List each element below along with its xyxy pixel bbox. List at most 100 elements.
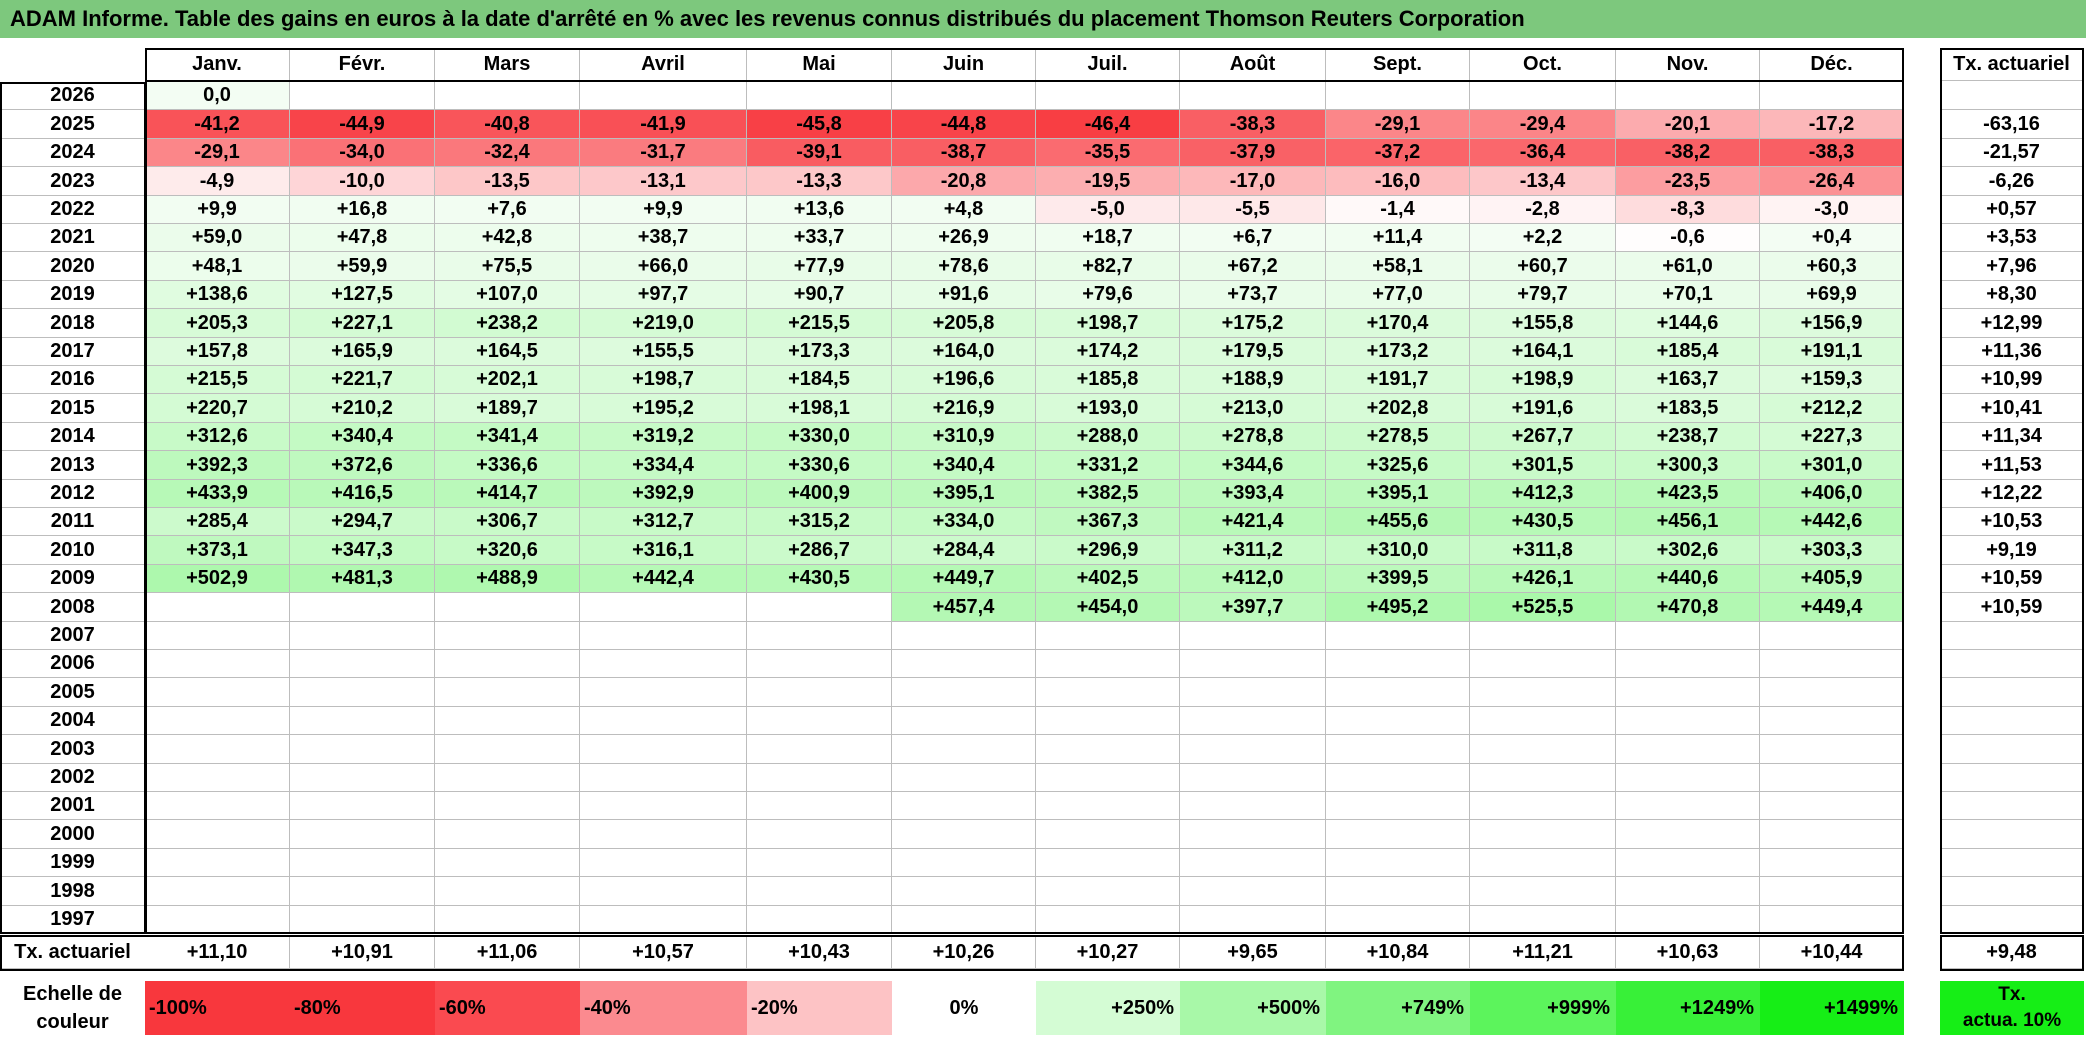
table-cell bbox=[290, 792, 435, 820]
row-rate: +11,34 bbox=[1940, 423, 2084, 451]
table-cell: +294,7 bbox=[290, 508, 435, 536]
table-cell bbox=[1760, 735, 1904, 764]
legend-rate-swatch: Tx. actua. 10% bbox=[1940, 981, 2084, 1035]
row-year: 2018 bbox=[0, 309, 145, 338]
legend-rate-label-line: Tx. bbox=[1998, 984, 2026, 1005]
table-cell: +138,6 bbox=[145, 281, 290, 309]
row-year: 2026 bbox=[0, 82, 145, 110]
table-cell: +440,6 bbox=[1616, 565, 1760, 593]
table-cell: +184,5 bbox=[747, 366, 892, 394]
table-cell: +210,2 bbox=[290, 394, 435, 423]
row-rate: -6,26 bbox=[1940, 167, 2084, 196]
row-rate: +0,57 bbox=[1940, 196, 2084, 224]
footer-rate: +10,43 bbox=[747, 937, 892, 969]
table-cell: +26,9 bbox=[892, 224, 1036, 252]
row-rate: +10,41 bbox=[1940, 394, 2084, 423]
table-cell: -37,9 bbox=[1180, 139, 1326, 167]
table-cell: +191,6 bbox=[1470, 394, 1616, 423]
table-cell: +155,8 bbox=[1470, 309, 1616, 338]
table-cell bbox=[1760, 906, 1904, 934]
column-header: Mai bbox=[747, 48, 892, 81]
table-cell: +212,2 bbox=[1760, 394, 1904, 423]
table-cell bbox=[145, 764, 290, 792]
table-cell: +66,0 bbox=[580, 252, 747, 281]
row-rate bbox=[1940, 877, 2084, 906]
table-cell bbox=[145, 622, 290, 650]
table-cell: +189,7 bbox=[435, 394, 580, 423]
table-cell bbox=[1616, 849, 1760, 877]
table-cell: +395,1 bbox=[892, 480, 1036, 508]
table-cell bbox=[580, 877, 747, 906]
column-header: Févr. bbox=[290, 48, 435, 81]
table-cell: +79,6 bbox=[1036, 281, 1180, 309]
table-cell: +155,5 bbox=[580, 338, 747, 366]
row-year: 2014 bbox=[0, 423, 145, 451]
table-cell bbox=[1326, 622, 1470, 650]
table-cell: +163,7 bbox=[1616, 366, 1760, 394]
table-cell: +303,3 bbox=[1760, 536, 1904, 565]
row-rate: +10,53 bbox=[1940, 508, 2084, 536]
table-cell bbox=[747, 678, 892, 707]
table-cell: -26,4 bbox=[1760, 167, 1904, 196]
table-cell bbox=[1180, 906, 1326, 934]
table-cell: -38,3 bbox=[1180, 110, 1326, 139]
table-cell: +185,8 bbox=[1036, 366, 1180, 394]
row-year: 2000 bbox=[0, 820, 145, 849]
table-cell bbox=[290, 707, 435, 735]
table-cell: -38,3 bbox=[1760, 139, 1904, 167]
row-rate: -63,16 bbox=[1940, 110, 2084, 139]
table-cell: -5,0 bbox=[1036, 196, 1180, 224]
row-year: 2020 bbox=[0, 252, 145, 281]
table-cell: +341,4 bbox=[435, 423, 580, 451]
legend-swatch: -40% bbox=[580, 981, 747, 1035]
table-cell bbox=[892, 764, 1036, 792]
table-cell bbox=[435, 820, 580, 849]
footer-rate: +11,06 bbox=[435, 937, 580, 969]
table-cell: +227,1 bbox=[290, 309, 435, 338]
row-year: 2008 bbox=[0, 593, 145, 622]
table-cell: +183,5 bbox=[1616, 394, 1760, 423]
table-cell: +60,7 bbox=[1470, 252, 1616, 281]
table-cell bbox=[892, 792, 1036, 820]
table-cell: -41,2 bbox=[145, 110, 290, 139]
table-cell: +191,7 bbox=[1326, 366, 1470, 394]
table-cell: -29,1 bbox=[145, 139, 290, 167]
table-cell bbox=[1760, 650, 1904, 678]
table-cell: -46,4 bbox=[1036, 110, 1180, 139]
row-rate bbox=[1940, 735, 2084, 764]
table-cell: -13,4 bbox=[1470, 167, 1616, 196]
table-cell bbox=[892, 906, 1036, 934]
table-cell: +525,5 bbox=[1470, 593, 1616, 622]
table-cell: +215,5 bbox=[747, 309, 892, 338]
table-cell bbox=[1616, 764, 1760, 792]
row-year: 2005 bbox=[0, 678, 145, 707]
table-cell bbox=[1470, 764, 1616, 792]
row-rate: +12,99 bbox=[1940, 309, 2084, 338]
table-cell: +300,3 bbox=[1616, 451, 1760, 480]
row-year: 2004 bbox=[0, 707, 145, 735]
footer-rate: +10,26 bbox=[892, 937, 1036, 969]
footer-rate: +10,91 bbox=[290, 937, 435, 969]
table-cell bbox=[1036, 906, 1180, 934]
table-cell: +157,8 bbox=[145, 338, 290, 366]
table-cell: -20,1 bbox=[1616, 110, 1760, 139]
row-year: 2002 bbox=[0, 764, 145, 792]
row-year: 2021 bbox=[0, 224, 145, 252]
footer-rate: +11,10 bbox=[145, 937, 290, 969]
table-cell bbox=[747, 820, 892, 849]
table-cell bbox=[1180, 849, 1326, 877]
row-rate: +7,96 bbox=[1940, 252, 2084, 281]
table-cell: +423,5 bbox=[1616, 480, 1760, 508]
table-cell: -35,5 bbox=[1036, 139, 1180, 167]
table-cell bbox=[1470, 678, 1616, 707]
table-cell: +397,7 bbox=[1180, 593, 1326, 622]
table-cell bbox=[290, 622, 435, 650]
row-rate bbox=[1940, 622, 2084, 650]
table-cell: +73,7 bbox=[1180, 281, 1326, 309]
table-cell bbox=[1470, 849, 1616, 877]
table-cell: +69,9 bbox=[1760, 281, 1904, 309]
table-cell: -38,2 bbox=[1616, 139, 1760, 167]
table-cell bbox=[1036, 877, 1180, 906]
table-cell bbox=[1760, 792, 1904, 820]
table-cell: -13,3 bbox=[747, 167, 892, 196]
